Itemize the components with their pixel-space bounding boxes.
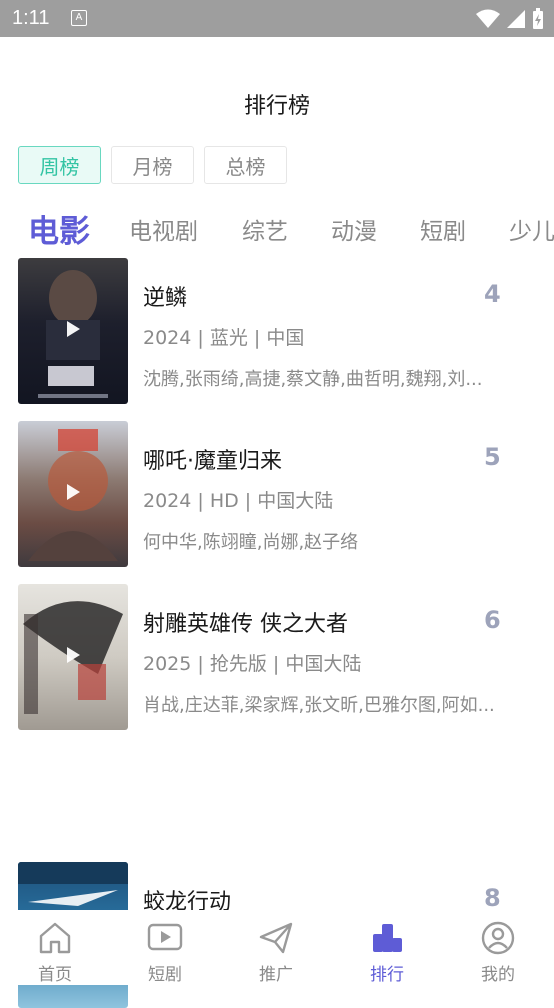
item-title: 射雕英雄传 侠之大者 bbox=[143, 612, 348, 637]
status-bar: 1:11 A bbox=[0, 0, 554, 37]
tab-monthly[interactable]: 月榜 bbox=[111, 146, 194, 184]
play-icon bbox=[67, 484, 80, 500]
tab-kids[interactable]: 少儿 bbox=[509, 212, 554, 246]
item-cast: 何中华,陈翊瞳,尚娜,赵子络 bbox=[143, 532, 359, 553]
period-tabs: 周榜 月榜 总榜 bbox=[18, 146, 287, 184]
tab-movie[interactable]: 电影 bbox=[28, 206, 90, 251]
item-title: 逆鳞 bbox=[143, 286, 188, 311]
rank-number: 5 bbox=[484, 443, 501, 471]
item-meta: 2025 | 抢先版 | 中国大陆 bbox=[143, 653, 362, 675]
poster-image[interactable] bbox=[18, 584, 128, 730]
nav-home-label: 首页 bbox=[38, 965, 72, 985]
nav-rank[interactable]: 排行 bbox=[332, 910, 442, 985]
nav-mine[interactable]: 我的 bbox=[443, 910, 553, 985]
page-title: 排行榜 bbox=[243, 94, 310, 119]
nav-rank-label: 排行 bbox=[370, 965, 404, 985]
rank-number: 6 bbox=[484, 606, 501, 634]
item-meta: 2024 | 蓝光 | 中国 bbox=[143, 327, 305, 349]
nav-promote-label: 推广 bbox=[259, 965, 293, 985]
rank-icon bbox=[373, 924, 402, 952]
list-item[interactable]: 逆鳞 2024 | 蓝光 | 中国 沈腾,张雨绮,高捷,蔡文静,曲哲明,魏翔,刘… bbox=[18, 258, 554, 404]
tab-tv-series[interactable]: 电视剧 bbox=[129, 212, 198, 246]
tab-anime[interactable]: 动漫 bbox=[331, 212, 377, 246]
tab-weekly[interactable]: 周榜 bbox=[18, 146, 101, 184]
user-icon bbox=[481, 921, 515, 955]
play-icon bbox=[147, 923, 183, 951]
item-meta: 2024 | HD | 中国大陆 bbox=[143, 490, 334, 512]
signal-icon bbox=[507, 10, 525, 28]
nav-home[interactable]: 首页 bbox=[0, 910, 110, 985]
item-title: 哪吒·魔童归来 bbox=[143, 449, 282, 474]
rank-number: 4 bbox=[484, 280, 501, 308]
tab-total[interactable]: 总榜 bbox=[204, 146, 287, 184]
list-item[interactable]: 射雕英雄传 侠之大者 2025 | 抢先版 | 中国大陆 肖战,庄达菲,梁家辉,… bbox=[18, 584, 554, 730]
nav-short-drama[interactable]: 短剧 bbox=[110, 910, 220, 985]
tab-variety[interactable]: 综艺 bbox=[242, 212, 288, 246]
item-cast: 肖战,庄达菲,梁家辉,张文昕,巴雅尔图,阿如... bbox=[143, 695, 495, 716]
nav-mine-label: 我的 bbox=[481, 965, 515, 985]
home-icon bbox=[39, 922, 71, 954]
play-icon bbox=[67, 321, 80, 337]
bottom-nav: 首页 短剧 推广 排行 我的 bbox=[0, 910, 554, 985]
wifi-icon bbox=[476, 9, 500, 28]
battery-icon bbox=[533, 8, 543, 29]
nav-short-drama-label: 短剧 bbox=[148, 965, 182, 985]
category-tabs: 电影 电视剧 综艺 动漫 短剧 少儿 bbox=[0, 206, 554, 252]
system-icons bbox=[476, 8, 544, 30]
item-cast: 沈腾,张雨绮,高捷,蔡文静,曲哲明,魏翔,刘... bbox=[143, 369, 483, 390]
status-time: 1:11 bbox=[12, 7, 50, 29]
notification-icon: A bbox=[71, 10, 87, 26]
tab-short-drama[interactable]: 短剧 bbox=[420, 212, 466, 246]
send-icon bbox=[259, 922, 293, 954]
list-item[interactable]: 哪吒·魔童归来 2024 | HD | 中国大陆 何中华,陈翊瞳,尚娜,赵子络 … bbox=[18, 421, 554, 567]
poster-image[interactable] bbox=[18, 258, 128, 404]
nav-promote[interactable]: 推广 bbox=[221, 910, 331, 985]
rank-number: 8 bbox=[484, 884, 501, 912]
poster-image[interactable] bbox=[18, 421, 128, 567]
play-icon bbox=[67, 647, 80, 663]
